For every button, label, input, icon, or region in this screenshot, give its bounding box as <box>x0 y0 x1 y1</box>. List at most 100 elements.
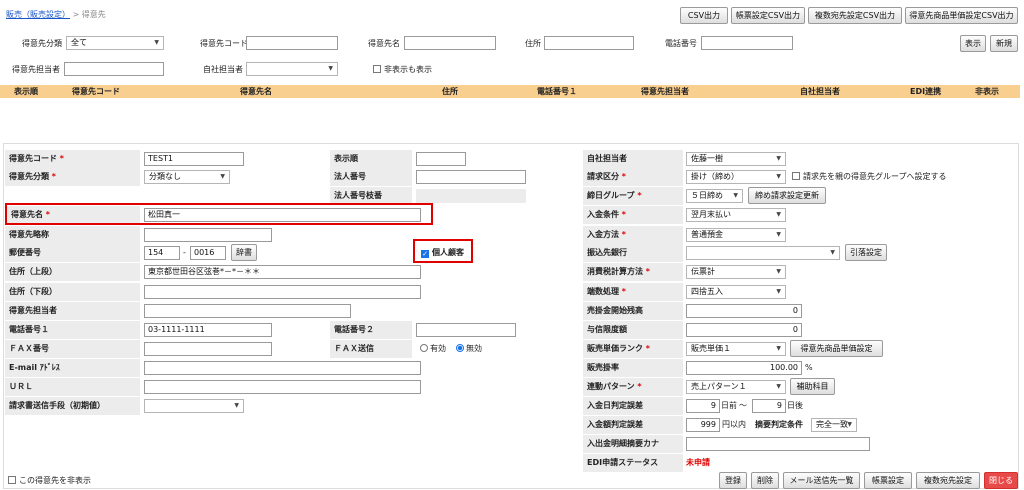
fax-input[interactable] <box>144 342 272 356</box>
hide-customer-label: この得意先を非表示 <box>19 476 91 485</box>
zip-part2-input[interactable]: 0016 <box>190 246 226 260</box>
search-code-label: 得意先コード <box>200 39 248 48</box>
category-label: 得意先分類 * <box>9 172 56 181</box>
display-button[interactable]: 表示 <box>960 35 986 52</box>
chevron-down-icon: ▼ <box>776 211 781 218</box>
address1-input[interactable]: 東京都世田谷区弦巻*－*－＊＊ <box>144 265 421 279</box>
closing-group-label: 締日グループ * <box>587 191 642 200</box>
sales-rate-unit: % <box>805 363 813 372</box>
short-name-input[interactable] <box>144 228 272 242</box>
zip-label: 郵便番号 <box>9 248 41 257</box>
payment-method-label: 入金方法 * <box>587 230 626 239</box>
zip-part1-input[interactable]: 154 <box>144 246 180 260</box>
own-rep-select[interactable]: 佐藤一樹 ▼ <box>686 152 786 166</box>
code-input[interactable]: TEST1 <box>144 152 244 166</box>
breadcrumb-parent-link[interactable]: 販売（販売設定） <box>6 10 70 19</box>
date-before-unit: 日前 <box>721 401 737 410</box>
rounding-label: 端数処理 * <box>587 287 626 296</box>
url-input[interactable] <box>144 380 421 394</box>
multi-address-settings-button[interactable]: 複数宛先設定 <box>916 472 980 489</box>
new-button[interactable]: 新規 <box>990 35 1018 52</box>
results-table-header <box>0 85 1020 98</box>
col-header-own-rep[interactable]: 自社担当者 <box>800 86 840 97</box>
multi-address-csv-button[interactable]: 複数宛先設定CSV出力 <box>808 7 902 24</box>
col-header-name[interactable]: 得意先名 <box>240 86 272 97</box>
checkbox-icon <box>792 172 800 180</box>
payment-condition-label: 入金条件 * <box>587 210 626 219</box>
parent-group-label: 請求先を親の得意先グループへ設定する <box>803 172 947 181</box>
fax-send-disabled-label: 無効 <box>466 344 482 353</box>
phone1-input[interactable]: 03-1111-1111 <box>144 323 272 337</box>
amount-tolerance-label: 入金額判定誤差 <box>587 420 643 429</box>
form-settings-csv-button[interactable]: 帳票設定CSV出力 <box>731 7 805 24</box>
search-category-select[interactable]: 全て ▼ <box>66 36 164 50</box>
col-header-hidden[interactable]: 非表示 <box>975 86 999 97</box>
search-rep-input[interactable] <box>64 62 164 76</box>
date-after-input[interactable]: 9 <box>752 399 786 413</box>
date-before-input[interactable]: 9 <box>686 399 720 413</box>
delete-button[interactable]: 削除 <box>751 472 779 489</box>
email-input[interactable] <box>144 361 421 375</box>
col-header-code[interactable]: 得意先コード <box>72 86 120 97</box>
sales-rate-input[interactable]: 100.00 <box>686 361 802 375</box>
price-rank-select[interactable]: 販売単価１ ▼ <box>686 342 786 356</box>
url-label: ＵＲＬ <box>9 382 33 391</box>
chevron-down-icon: ▼ <box>154 39 159 46</box>
col-header-phone[interactable]: 電話番号１ <box>537 86 577 97</box>
tax-method-select[interactable]: 伝票計 ▼ <box>686 265 786 279</box>
col-header-edi[interactable]: EDI連携 <box>910 86 941 97</box>
address2-input[interactable] <box>144 285 421 299</box>
chevron-down-icon: ▼ <box>776 173 781 180</box>
show-hidden-checkbox[interactable]: 非表示も表示 <box>373 64 432 76</box>
search-own-rep-select[interactable]: ▼ <box>246 62 338 76</box>
fax-send-disabled-radio[interactable]: 無効 <box>456 343 482 355</box>
close-button[interactable]: 閉じる <box>984 472 1018 489</box>
phone2-input[interactable] <box>416 323 516 337</box>
form-settings-button[interactable]: 帳票設定 <box>864 472 912 489</box>
hide-customer-checkbox[interactable]: この得意先を非表示 <box>8 475 91 487</box>
dictionary-button[interactable]: 辞書 <box>231 244 257 261</box>
corp-number-input[interactable] <box>416 170 526 184</box>
payment-condition-select[interactable]: 翌月末払い ▼ <box>686 208 786 222</box>
invoice-method-select[interactable]: ▼ <box>144 399 244 413</box>
sub-account-button[interactable]: 補助科目 <box>790 378 835 395</box>
link-pattern-select[interactable]: 売上パターン１ ▼ <box>686 380 786 394</box>
col-header-rep[interactable]: 得意先担当者 <box>641 86 689 97</box>
contact-input[interactable] <box>144 304 351 318</box>
order-input[interactable] <box>416 152 466 166</box>
search-phone-input[interactable] <box>701 36 793 50</box>
chevron-down-icon: ▼ <box>328 65 333 72</box>
search-name-label: 得意先名 <box>368 39 400 48</box>
register-button[interactable]: 登録 <box>719 472 747 489</box>
debit-settings-button[interactable]: 引落設定 <box>845 244 887 261</box>
billing-type-select[interactable]: 掛け（締め） ▼ <box>686 170 786 184</box>
address1-label: 住所（上段） <box>9 267 57 276</box>
closing-update-button[interactable]: 締め請求設定更新 <box>748 187 826 204</box>
payment-method-select[interactable]: 普通預金 ▼ <box>686 228 786 242</box>
closing-group-select[interactable]: ５日締め ▼ <box>686 189 743 203</box>
category-select[interactable]: 分類なし ▼ <box>144 170 230 184</box>
match-condition-select[interactable]: 完全一致 ▼ <box>811 418 857 432</box>
customer-price-settings-button[interactable]: 得意先商品単価設定 <box>790 340 883 357</box>
search-address-input[interactable] <box>544 36 634 50</box>
name-highlight-box <box>5 203 433 225</box>
bank-select[interactable]: ▼ <box>686 246 840 260</box>
summary-kana-input[interactable] <box>686 437 870 451</box>
search-name-input[interactable] <box>404 36 496 50</box>
opening-balance-input[interactable]: 0 <box>686 304 802 318</box>
email-recipients-button[interactable]: メール送信先一覧 <box>783 472 860 489</box>
bank-label: 振込先銀行 <box>587 248 627 257</box>
chevron-down-icon: ▼ <box>234 402 239 409</box>
show-hidden-label: 非表示も表示 <box>384 65 432 74</box>
col-header-order[interactable]: 表示順 <box>14 86 38 97</box>
summary-kana-label: 入出金明細摘要カナ <box>587 439 659 448</box>
parent-group-checkbox[interactable]: 請求先を親の得意先グループへ設定する <box>792 171 947 183</box>
col-header-address[interactable]: 住所 <box>442 86 458 97</box>
price-settings-csv-button[interactable]: 得意先商品単価設定CSV出力 <box>905 7 1018 24</box>
fax-send-enabled-radio[interactable]: 有効 <box>420 343 446 355</box>
credit-limit-input[interactable]: 0 <box>686 323 802 337</box>
csv-export-button[interactable]: CSV出力 <box>680 7 728 24</box>
rounding-select[interactable]: 四捨五入 ▼ <box>686 285 786 299</box>
search-code-input[interactable] <box>246 36 338 50</box>
amount-tolerance-input[interactable]: 999 <box>686 418 720 432</box>
